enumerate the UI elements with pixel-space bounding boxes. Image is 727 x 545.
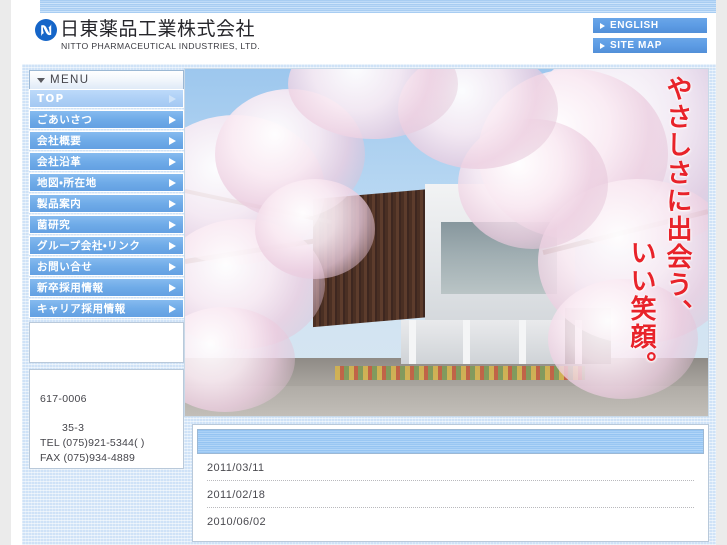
news-list: 2011/03/11 2011/02/18 2010/06/02 — [197, 454, 704, 533]
triangle-right-icon — [169, 157, 176, 166]
triangle-right-icon — [169, 178, 176, 187]
sidebar: MENU TOP ごあいさつ 会社概要 会社沿革 地図・所在地 製品案内 菌研究… — [29, 70, 184, 469]
sidebar-item-group-companies-links[interactable]: グループ会社・リンク — [29, 236, 184, 255]
sidebar-item-label: TOP — [37, 92, 65, 105]
sidebar-item-label: 会社概要 — [37, 135, 82, 147]
triangle-right-icon — [169, 283, 176, 292]
news-panel: 2011/03/11 2011/02/18 2010/06/02 — [192, 424, 709, 542]
hero-flower-bed — [335, 366, 585, 380]
sidebar-item-label: グループ会社・リンク — [37, 240, 141, 252]
sidebar-item-bacteria-research[interactable]: 菌研究 — [29, 215, 184, 234]
english-button-label: ENGLISH — [610, 20, 659, 31]
telephone-number: TEL (075)921-5344( ) — [40, 437, 145, 449]
news-date: 2011/02/18 — [207, 489, 266, 501]
company-name-jp: 日東薬品工業株式会社 — [60, 18, 256, 40]
sidebar-item-label: 会社沿革 — [37, 156, 82, 168]
sidebar-item-map-location[interactable]: 地図・所在地 — [29, 173, 184, 192]
news-list-item[interactable]: 2011/02/18 — [207, 481, 694, 508]
triangle-right-icon — [169, 136, 176, 145]
building-pillar — [519, 320, 526, 364]
news-list-item[interactable]: 2010/06/02 — [207, 508, 694, 533]
sidebar-item-label: ごあいさつ — [37, 114, 93, 126]
sidebar-item-products[interactable]: 製品案内 — [29, 194, 184, 213]
page-inner: 日東薬品工業株式会社 NITTO PHARMACEUTICAL INDUSTRI… — [11, 0, 716, 545]
site-map-button[interactable]: SITE MAP — [592, 37, 708, 54]
header-button-group: ENGLISH SITE MAP — [592, 17, 708, 57]
page-root: 日東薬品工業株式会社 NITTO PHARMACEUTICAL INDUSTRI… — [0, 0, 727, 545]
site-map-button-label: SITE MAP — [610, 40, 663, 51]
sidebar-item-company-profile[interactable]: 会社概要 — [29, 131, 184, 150]
triangle-down-icon — [37, 77, 45, 83]
menu-title: MENU — [50, 74, 90, 86]
site-logo[interactable]: 日東薬品工業株式会社 NITTO PHARMACEUTICAL INDUSTRI… — [34, 18, 260, 52]
menu-header: MENU — [29, 70, 184, 89]
sidebar-item-label: キャリア採用情報 — [37, 303, 126, 315]
building-pillar — [409, 320, 416, 364]
hero-tagline-line1: やさしさに出会う、 — [662, 75, 692, 327]
hero-tagline-line2: いい笑顔。 — [626, 239, 656, 379]
fax-number: FAX (075)934-4889 — [40, 452, 136, 464]
english-button[interactable]: ENGLISH — [592, 17, 708, 34]
news-date: 2010/06/02 — [207, 516, 267, 528]
triangle-right-icon — [600, 42, 605, 49]
sidebar-item-greeting[interactable]: ごあいさつ — [29, 110, 184, 129]
triangle-right-icon — [169, 199, 176, 208]
nitto-n-mark-logo-icon — [35, 19, 57, 41]
site-header: 日東薬品工業株式会社 NITTO PHARMACEUTICAL INDUSTRI… — [22, 13, 716, 64]
top-decorative-band — [40, 0, 716, 13]
sidebar-item-label: 地図・所在地 — [37, 177, 97, 189]
sidebar-item-career-recruit[interactable]: キャリア採用情報 — [29, 299, 184, 318]
triangle-right-icon — [169, 115, 176, 124]
sidebar-item-label: お問い合せ — [37, 261, 93, 273]
triangle-right-icon — [169, 220, 176, 229]
postal-code: 617-0006 — [40, 393, 87, 405]
sidebar-company-info: 617-0006 35-3 TEL (075)921-5344( ) FAX (… — [29, 369, 184, 469]
triangle-right-icon — [169, 262, 176, 271]
sidebar-item-label: 菌研究 — [37, 219, 71, 231]
building-pillar — [463, 320, 470, 364]
news-date: 2011/03/11 — [207, 462, 265, 474]
news-panel-header — [197, 429, 704, 454]
triangle-right-icon — [169, 241, 176, 250]
sidebar-item-label: 新卒採用情報 — [37, 282, 104, 294]
sidebar-item-company-history[interactable]: 会社沿革 — [29, 152, 184, 171]
news-list-item[interactable]: 2011/03/11 — [207, 454, 694, 481]
sidebar-item-contact[interactable]: お問い合せ — [29, 257, 184, 276]
company-name-en: NITTO PHARMACEUTICAL INDUSTRIES, LTD. — [61, 41, 260, 51]
content-area: MENU TOP ごあいさつ 会社概要 会社沿革 地図・所在地 製品案内 菌研究… — [22, 64, 716, 545]
sidebar-banner-box[interactable] — [29, 322, 184, 363]
sidebar-menu-list: TOP ごあいさつ 会社概要 会社沿革 地図・所在地 製品案内 菌研究 グループ… — [29, 89, 184, 318]
sidebar-item-top[interactable]: TOP — [29, 89, 184, 108]
triangle-right-icon — [600, 22, 605, 29]
sidebar-item-new-graduate-recruit[interactable]: 新卒採用情報 — [29, 278, 184, 297]
triangle-right-icon — [169, 94, 176, 103]
sidebar-item-label: 製品案内 — [37, 198, 82, 210]
triangle-right-icon — [169, 304, 176, 313]
street-address: 35-3 — [62, 422, 85, 434]
cherry-blossom-canopy — [255, 179, 375, 279]
hero-image: やさしさに出会う、 いい笑顔。 — [184, 68, 709, 417]
